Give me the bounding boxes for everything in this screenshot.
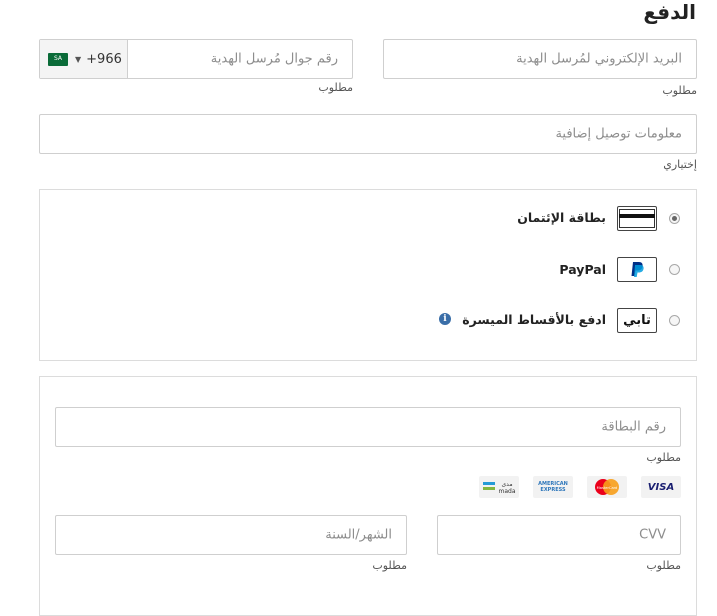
sender-email-hint: مطلوب [662, 84, 697, 97]
expiry-hint: مطلوب [372, 559, 407, 572]
amex-logo-icon: AMERICAN EXPRESS [533, 476, 573, 498]
visa-logo-icon: VISA [641, 476, 681, 498]
mastercard-text: MasterCard [597, 486, 618, 490]
flag-text: SA [53, 55, 63, 62]
card-number-field[interactable]: رقم البطاقة [55, 407, 681, 447]
tabby-label[interactable]: ادفع بالأقساط الميسرة [462, 312, 606, 327]
credit-card-label[interactable]: بطاقة الإئتمان [517, 210, 606, 225]
cvv-field[interactable]: CVV [437, 515, 681, 555]
sender-email-placeholder: البريد الإلكتروني لمُرسل الهدية [516, 51, 682, 67]
cvv-placeholder: CVV [639, 527, 666, 543]
mada-ar-text: مدى [501, 481, 512, 488]
mada-logo-icon: مدى mada [479, 476, 519, 498]
page-title: الدفع [643, 0, 696, 24]
credit-card-radio[interactable] [669, 213, 680, 224]
card-number-hint: مطلوب [646, 451, 681, 464]
info-glyph: i [443, 314, 447, 324]
tabby-logo-icon: تابي [617, 308, 657, 333]
sender-phone-placeholder: رقم جوال مُرسل الهدية [210, 51, 338, 67]
paypal-icon [617, 257, 657, 282]
delivery-info-field[interactable]: معلومات توصيل إضافية [39, 114, 697, 154]
mastercard-logo-icon: MasterCard [587, 476, 627, 498]
delivery-info-placeholder: معلومات توصيل إضافية [555, 126, 682, 142]
info-icon[interactable]: i [439, 313, 451, 325]
chevron-down-icon: ▼ [75, 54, 82, 64]
tabby-logo-text: تابي [623, 313, 651, 328]
cvv-hint: مطلوب [646, 559, 681, 572]
delivery-info-hint: إختياري [663, 158, 697, 171]
paypal-label[interactable]: PayPal [559, 262, 606, 277]
mada-en-text: mada [498, 488, 515, 495]
credit-card-icon [617, 206, 657, 231]
tabby-radio[interactable] [669, 315, 680, 326]
country-code-dropdown[interactable]: SA ▼ +966 [40, 40, 128, 78]
sender-email-field[interactable]: البريد الإلكتروني لمُرسل الهدية [383, 39, 697, 79]
expiry-placeholder: الشهر/السنة [325, 527, 392, 543]
card-number-placeholder: رقم البطاقة [601, 419, 666, 435]
saudi-flag-icon: SA [48, 52, 68, 66]
expiry-field[interactable]: الشهر/السنة [55, 515, 407, 555]
amex-line1: AMERICAN [538, 480, 568, 487]
amex-line2: EXPRESS [540, 486, 566, 493]
paypal-radio[interactable] [669, 264, 680, 275]
sender-phone-field[interactable]: رقم جوال مُرسل الهدية SA ▼ +966 [39, 39, 353, 79]
country-code-value: +966 [86, 51, 122, 67]
visa-text: VISA [647, 481, 675, 493]
sender-phone-hint: مطلوب [318, 81, 353, 94]
